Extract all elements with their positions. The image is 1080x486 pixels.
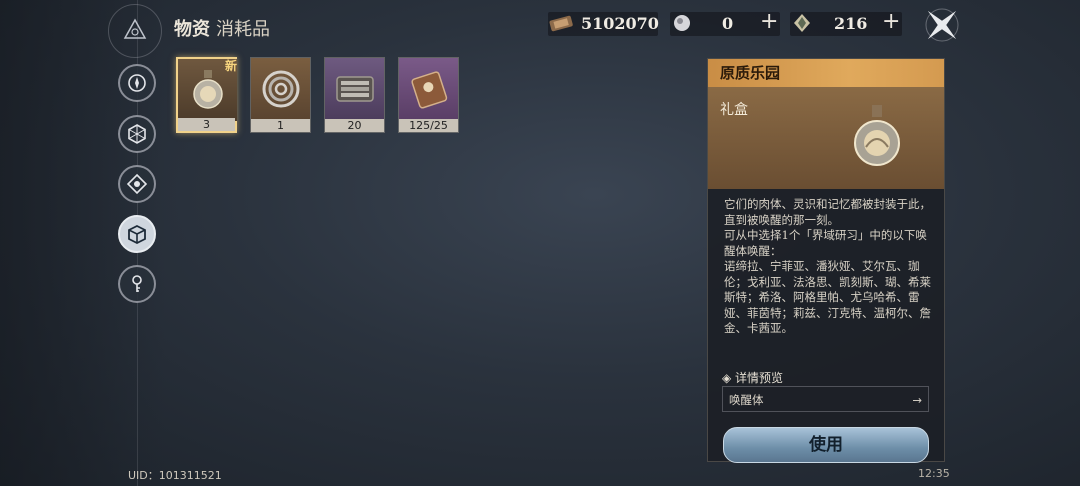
nav-hexagon[interactable] xyxy=(118,115,156,153)
ticket-currency-icon xyxy=(549,15,573,32)
item-slot-tool-case[interactable]: 20 xyxy=(324,57,385,133)
currency-ticket: 5102070 xyxy=(548,10,659,36)
item-qty: 125/25 xyxy=(399,119,458,132)
currency-orb-value: 0 xyxy=(722,13,734,33)
crystal-currency-icon xyxy=(794,14,810,32)
item-slot-spiral[interactable]: 1 xyxy=(250,57,311,133)
item-slot-ticket-case[interactable]: 125/25 xyxy=(398,57,459,133)
tool-case-icon xyxy=(325,58,384,120)
target-icon xyxy=(126,173,148,195)
currency-crystal: 216 xyxy=(790,10,867,36)
flask-large-icon xyxy=(848,101,906,177)
use-button[interactable]: 使用 xyxy=(723,427,929,463)
item-qty: 20 xyxy=(325,119,384,132)
backpack-logo-icon[interactable] xyxy=(108,4,162,58)
detail-preview-link[interactable]: 唤醒体 → xyxy=(722,386,929,412)
hexagon-icon xyxy=(128,124,146,144)
close-icon[interactable] xyxy=(920,3,964,47)
item-description: 它们的肉体、灵识和记忆都被封装于此，直到被唤醒的那一刻。 可从中选择1个「界域研… xyxy=(724,197,931,335)
box-icon xyxy=(128,224,146,245)
add-orb-button[interactable]: + xyxy=(760,8,778,34)
page-title-sub: 消耗品 xyxy=(216,19,270,40)
ticket-case-icon xyxy=(399,58,458,120)
item-name: 原质乐园 xyxy=(708,59,944,87)
item-art-area: 礼盒 xyxy=(708,87,944,189)
arrow-right-icon: → xyxy=(912,393,922,407)
add-crystal-button[interactable]: + xyxy=(882,8,900,34)
compass-icon xyxy=(128,74,146,92)
orb-currency-icon xyxy=(674,15,690,31)
item-detail-panel: 原质乐园 礼盒 它们的肉体、灵识和记忆都被封装于此，直到被唤醒的那一刻。 可从中… xyxy=(707,58,945,463)
uid-label: UID：101311521 xyxy=(128,469,222,482)
currency-orb: 0 xyxy=(670,10,733,36)
spiral-icon xyxy=(251,58,310,120)
nav-compass[interactable] xyxy=(118,64,156,102)
item-slot-flask[interactable]: 新 3 xyxy=(176,57,237,133)
detail-preview-label: ◈ 详情预览 xyxy=(722,371,784,385)
new-badge: 新 xyxy=(224,59,237,73)
detail-preview-value: 唤醒体 xyxy=(729,393,764,407)
item-qty: 1 xyxy=(251,119,310,132)
item-type: 礼盒 xyxy=(720,102,748,118)
page-title-main: 物资 xyxy=(174,19,210,40)
currency-ticket-value: 5102070 xyxy=(581,13,659,33)
nav-target[interactable] xyxy=(118,165,156,203)
item-qty: 3 xyxy=(178,118,235,131)
nav-box[interactable] xyxy=(118,215,156,253)
key-icon xyxy=(132,275,142,292)
currency-crystal-value: 216 xyxy=(834,13,868,33)
clock-label: 12:35 xyxy=(918,467,950,480)
nav-key[interactable] xyxy=(118,265,156,303)
page-title: 物资 消耗品 xyxy=(174,15,270,41)
